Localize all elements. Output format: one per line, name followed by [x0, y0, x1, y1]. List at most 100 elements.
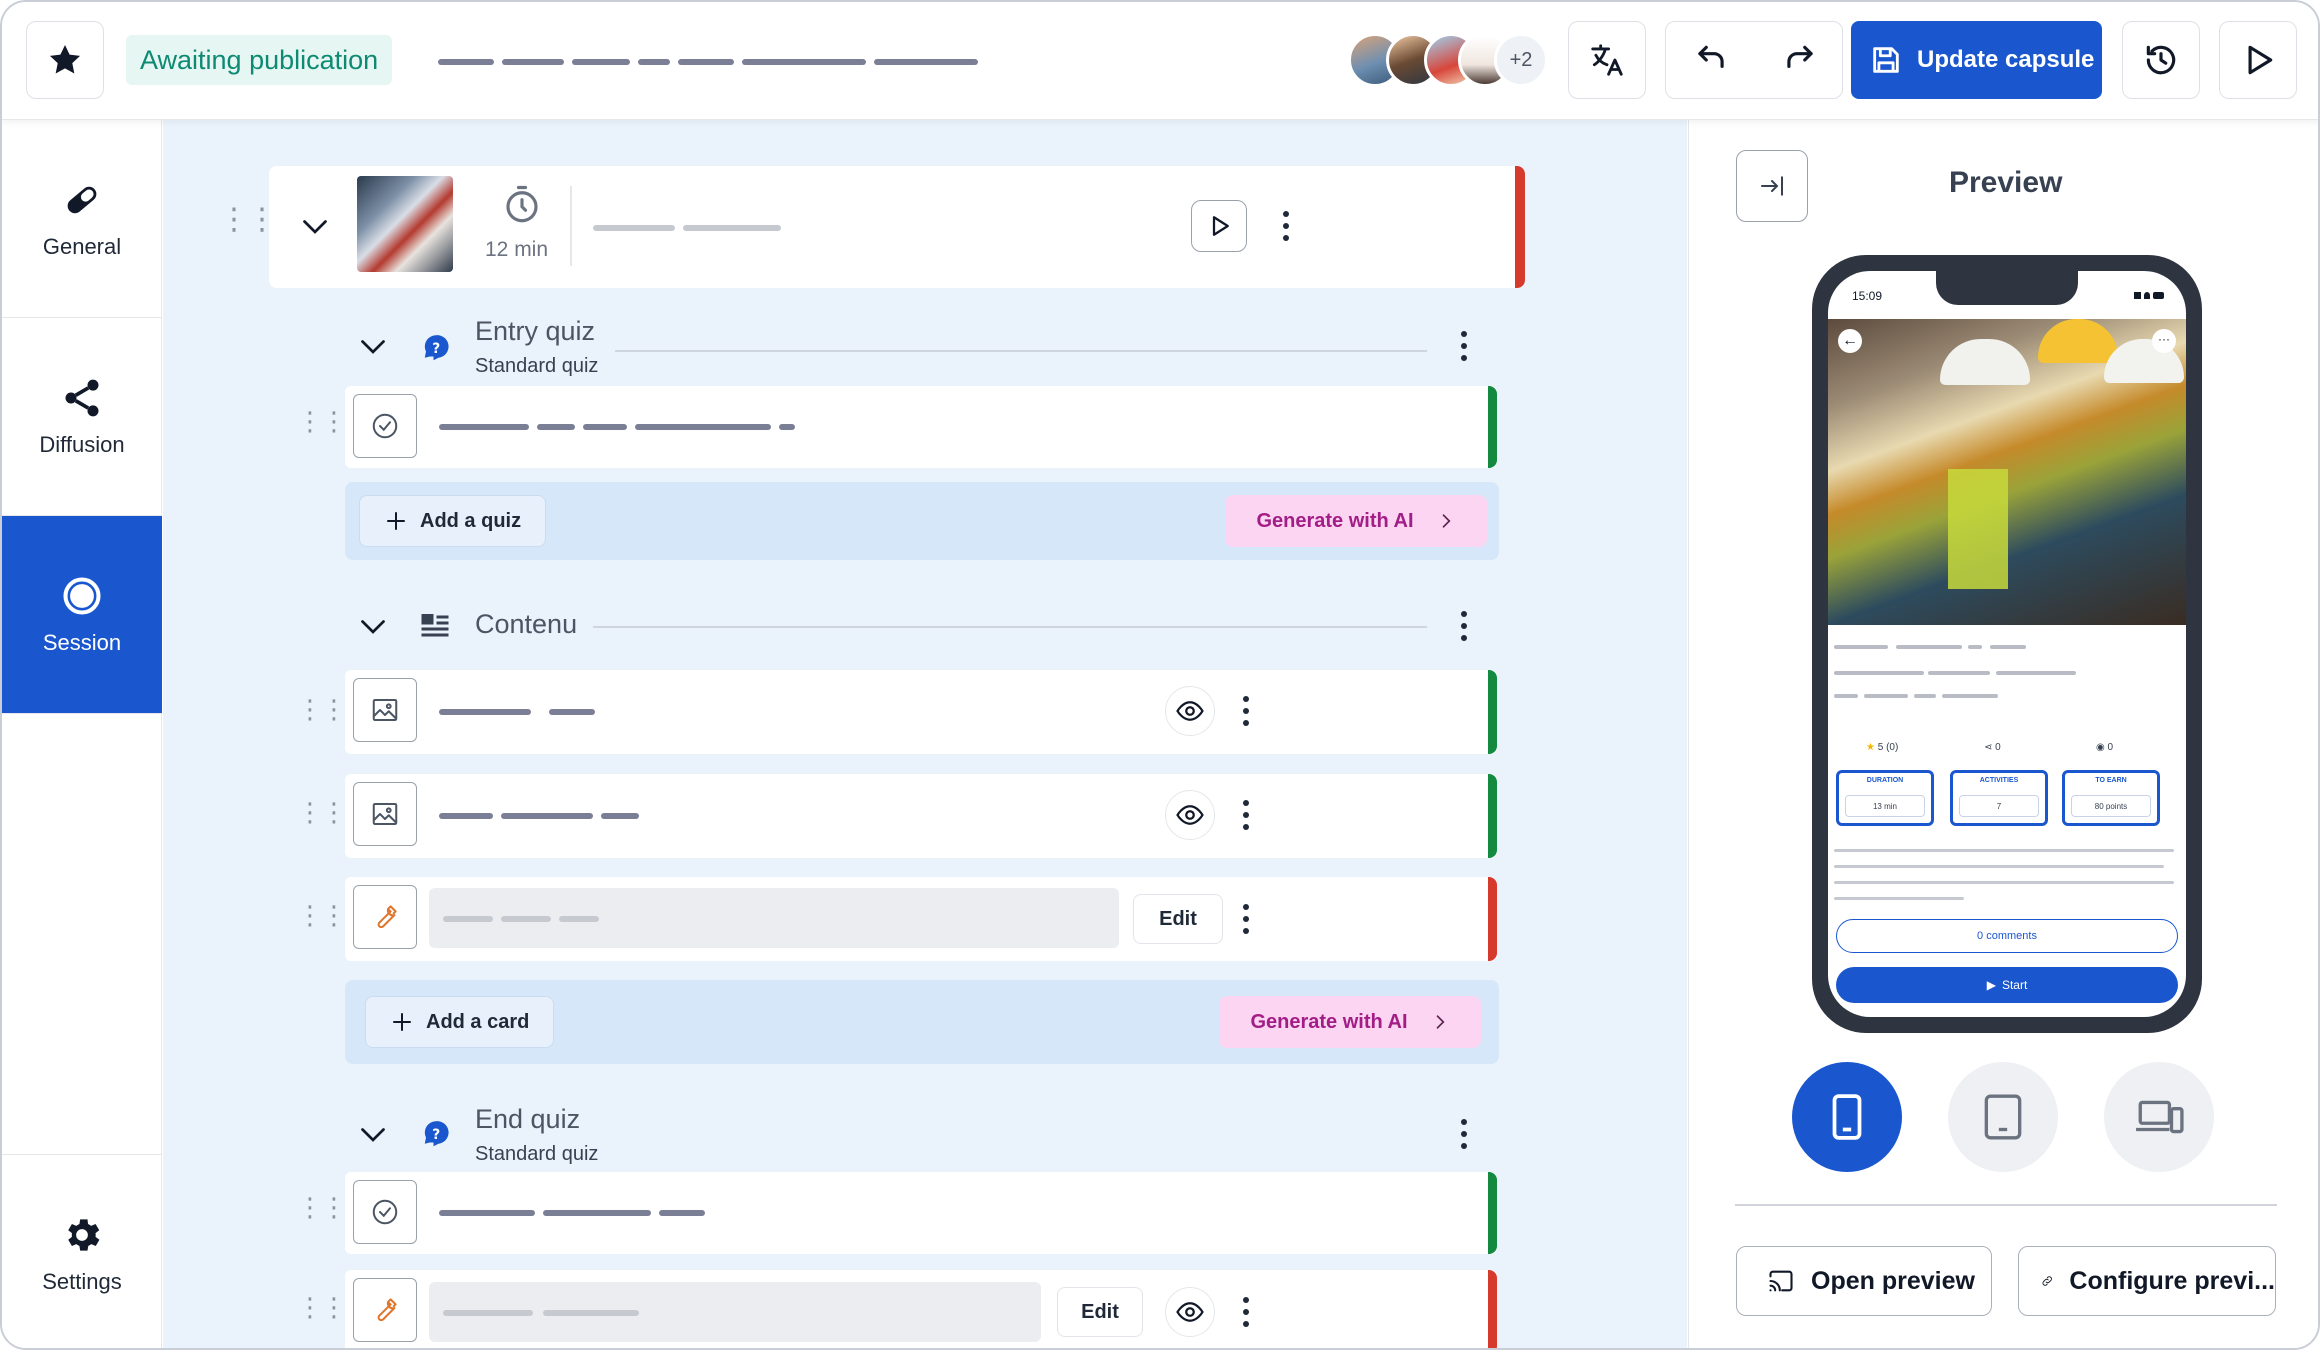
capsule-cover-image: ← ··· — [1828, 319, 2186, 625]
section-menu-button[interactable] — [1449, 1109, 1479, 1159]
card-title-placeholder — [439, 813, 493, 819]
add-quiz-row: Add a quiz Generate with AI — [345, 482, 1499, 560]
visibility-toggle[interactable] — [1165, 686, 1215, 736]
avatars-more-badge[interactable]: +2 — [1494, 33, 1548, 87]
section-menu-button[interactable] — [1449, 601, 1479, 651]
history-button[interactable] — [2122, 21, 2200, 99]
section-menu-button[interactable] — [1449, 321, 1479, 371]
card-drag-handle[interactable]: ⋮⋮ — [297, 406, 347, 437]
image-card[interactable] — [345, 670, 1497, 754]
module-menu-button[interactable] — [1271, 201, 1301, 251]
open-preview-button[interactable]: Open preview — [1736, 1246, 1992, 1316]
quiz-head-icon: ? — [421, 1118, 451, 1157]
tool-card[interactable]: Edit — [345, 1270, 1497, 1348]
card-title-placeholder — [537, 424, 575, 430]
quiz-card[interactable] — [345, 1172, 1497, 1254]
card-drag-handle[interactable]: ⋮⋮ — [297, 1192, 347, 1223]
section-collapse-button[interactable] — [355, 328, 391, 369]
tool-card[interactable]: Edit — [345, 877, 1497, 961]
phone-duration-value: 13 min — [1845, 795, 1925, 817]
status-bar-ok — [1488, 386, 1497, 468]
card-title-placeholder — [659, 1210, 705, 1216]
nav-item-session[interactable]: Session — [2, 516, 162, 714]
tool-field[interactable] — [429, 1282, 1041, 1342]
phone-earn-title: TO EARN — [2095, 777, 2127, 784]
card-menu-button[interactable] — [1231, 686, 1261, 736]
module-collapse-button[interactable] — [297, 208, 333, 249]
configure-preview-label: Configure previ... — [2069, 1266, 2275, 1295]
translate-icon — [1591, 44, 1623, 76]
nav-label: Settings — [42, 1268, 122, 1294]
visibility-toggle[interactable] — [1165, 790, 1215, 840]
quiz-card-icon-box — [353, 394, 417, 458]
update-capsule-button[interactable]: Update capsule — [1851, 21, 2102, 99]
add-card-button[interactable]: Add a card — [365, 996, 555, 1048]
visibility-toggle[interactable] — [1165, 1287, 1215, 1337]
card-drag-handle[interactable]: ⋮⋮ — [297, 694, 347, 725]
phone-activities-title: ACTIVITIES — [1979, 777, 2019, 784]
edit-button[interactable]: Edit — [1133, 894, 1223, 944]
card-title-placeholder — [583, 424, 627, 430]
phone-comments-button[interactable]: 0 comments — [1836, 919, 2178, 953]
play-icon — [1212, 216, 1229, 236]
share-icon — [65, 379, 99, 416]
save-icon — [1873, 47, 1899, 73]
card-drag-handle[interactable]: ⋮⋮ — [297, 1292, 347, 1323]
module-thumbnail — [357, 176, 453, 272]
device-desktop-button[interactable] — [2104, 1062, 2214, 1172]
configure-preview-button[interactable]: Configure previ... — [2018, 1246, 2276, 1316]
phone-start-button[interactable]: ▶ Start — [1836, 967, 2178, 1003]
redo-button[interactable] — [1755, 22, 1844, 98]
nav-item-settings[interactable]: Settings — [2, 1154, 162, 1348]
quiz-card[interactable] — [345, 386, 1497, 468]
device-phone-button[interactable] — [1792, 1062, 1902, 1172]
generate-ai-label: Generate with AI — [1250, 1010, 1408, 1033]
tool-field[interactable] — [429, 888, 1119, 948]
play-preview-button[interactable] — [2219, 21, 2297, 99]
card-menu-button[interactable] — [1231, 790, 1261, 840]
section-collapse-button[interactable] — [355, 1116, 391, 1157]
chevron-right-icon — [1436, 1015, 1445, 1029]
add-quiz-button[interactable]: Add a quiz — [359, 495, 547, 547]
generate-ai-button[interactable]: Generate with AI — [1219, 996, 1481, 1048]
card-drag-handle[interactable]: ⋮⋮ — [297, 900, 347, 931]
check-circle-icon — [372, 1199, 398, 1225]
phone-mockup: 15:09 ← ··· ★ 5 (0) ⋖ 0 ◉ 0 DURATION 13 … — [1812, 255, 2202, 1033]
app-window: Awaiting publication +2 Update capsule G… — [0, 0, 2320, 1350]
edit-button[interactable]: Edit — [1057, 1287, 1143, 1337]
phone-views-value: 0 — [2107, 742, 2114, 753]
nav-item-diffusion[interactable]: Diffusion — [2, 318, 162, 516]
favorite-button[interactable] — [26, 21, 104, 99]
translate-button[interactable] — [1568, 21, 1646, 99]
module-drag-handle[interactable]: ⋮⋮ — [219, 202, 277, 237]
pill-icon — [67, 186, 97, 213]
module-header: 12 min — [269, 166, 1525, 288]
phone-shares: ⋖ 0 — [1984, 742, 2001, 753]
section-title: Contenu — [475, 609, 578, 639]
device-tablet-button[interactable] — [1948, 1062, 2058, 1172]
card-menu-button[interactable] — [1231, 1287, 1261, 1337]
svg-text:?: ? — [432, 341, 440, 357]
nav-label: Diffusion — [39, 431, 125, 457]
add-quiz-label: Add a quiz — [420, 509, 522, 532]
nav-item-general[interactable]: General — [2, 120, 162, 318]
collapse-right-icon — [1761, 176, 1783, 196]
content-section: Contenu — [345, 586, 1495, 666]
phone-rating-value: 5 (0) — [1877, 742, 1899, 753]
generate-ai-button[interactable]: Generate with AI — [1225, 495, 1487, 547]
collapse-panel-button[interactable] — [1736, 150, 1808, 222]
undo-button[interactable] — [1666, 22, 1755, 98]
phone-start-label: Start — [2001, 978, 2028, 992]
card-menu-button[interactable] — [1231, 894, 1261, 944]
image-card[interactable] — [345, 774, 1497, 858]
card-drag-handle[interactable]: ⋮⋮ — [297, 797, 347, 828]
module-play-button[interactable] — [1191, 200, 1247, 252]
star-icon — [49, 44, 81, 74]
status-bar-error — [1515, 166, 1525, 288]
card-title-placeholder — [549, 709, 595, 715]
section-collapse-button[interactable] — [355, 608, 391, 649]
undo-icon — [1697, 45, 1724, 68]
status-bar-ok — [1488, 774, 1497, 858]
history-icon — [2146, 45, 2176, 75]
phone-activities-box: ACTIVITIES 7 — [1950, 770, 2048, 826]
